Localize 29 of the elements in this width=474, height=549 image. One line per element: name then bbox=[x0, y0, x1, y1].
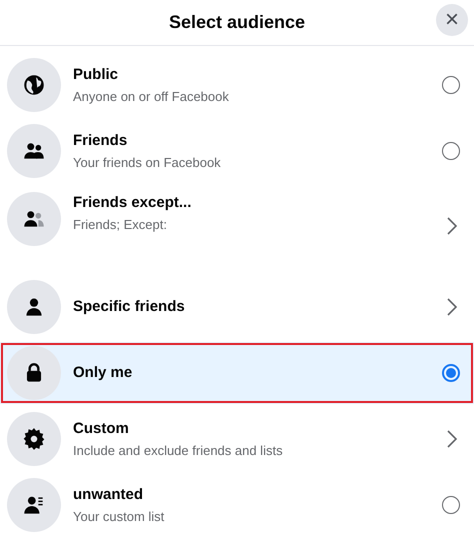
option-description: Include and exclude friends and lists bbox=[73, 442, 284, 460]
audience-option[interactable]: Custom Include and exclude friends and lists bbox=[0, 408, 474, 470]
option-title: unwanted bbox=[73, 485, 144, 505]
option-title: Friends bbox=[73, 131, 128, 151]
option-description: Anyone on or off Facebook bbox=[73, 88, 230, 106]
audience-option[interactable]: Specific friends bbox=[0, 276, 474, 338]
option-title: Custom bbox=[73, 419, 130, 439]
audience-option[interactable]: Friends except... Friends; Except: bbox=[0, 186, 474, 272]
radio-button[interactable] bbox=[442, 142, 460, 160]
audience-option[interactable]: unwanted Your custom list bbox=[0, 474, 474, 536]
chevron-right-icon bbox=[446, 296, 458, 317]
option-description: Friends; Except: bbox=[73, 216, 168, 234]
option-title: Friends except... bbox=[73, 193, 192, 213]
audience-option[interactable]: Public Anyone on or off Facebook bbox=[0, 54, 474, 116]
option-description: Your custom list bbox=[73, 508, 166, 526]
option-title: Public bbox=[73, 65, 120, 85]
option-title: Only me bbox=[73, 362, 134, 383]
chevron-right-icon bbox=[446, 428, 458, 449]
radio-button[interactable] bbox=[442, 76, 460, 94]
option-description: Your friends on Facebook bbox=[73, 154, 222, 172]
option-title: Specific friends bbox=[73, 296, 186, 317]
audience-option[interactable]: Only me bbox=[0, 342, 474, 404]
gear-icon bbox=[21, 426, 47, 452]
audience-option[interactable]: Friends Your friends on Facebook bbox=[0, 120, 474, 182]
dialog-title: Select audience bbox=[168, 11, 306, 34]
close-button[interactable]: × bbox=[436, 4, 468, 36]
chevron-right-icon bbox=[446, 216, 458, 236]
radio-button[interactable] bbox=[442, 364, 460, 382]
radio-button[interactable] bbox=[442, 496, 460, 514]
